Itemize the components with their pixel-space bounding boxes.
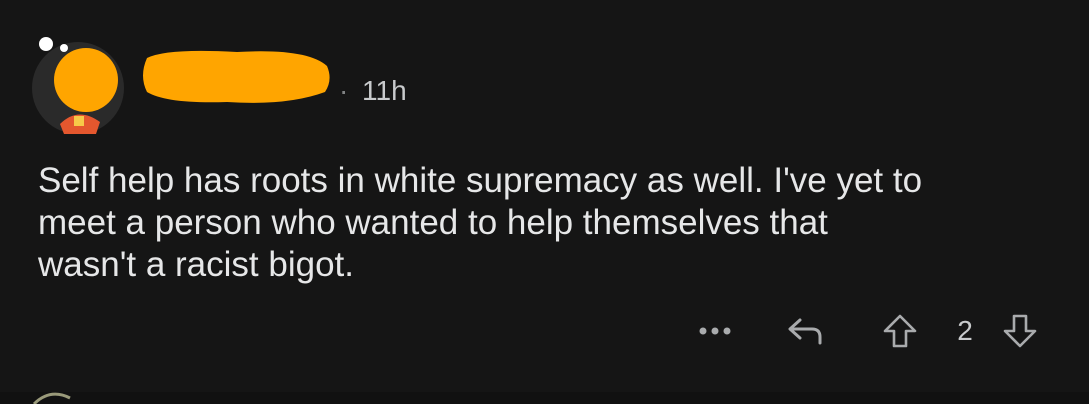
reply-button[interactable] (780, 306, 832, 356)
comment-card: · 11h Self help has roots in white supre… (0, 0, 1089, 404)
divider (0, 392, 1089, 404)
next-comment-avatar-icon (32, 392, 71, 404)
comment-timestamp: 11h (362, 75, 407, 106)
snoo-avatar-icon (32, 37, 124, 134)
upvote-arrow-icon (883, 314, 917, 348)
reply-icon (788, 318, 822, 345)
downvote-arrow-icon (1003, 314, 1037, 348)
downvote-button[interactable] (998, 306, 1042, 356)
comment-body: Self help has roots in white supremacy a… (38, 161, 923, 284)
more-options-button[interactable] (692, 306, 742, 356)
vote-score: 2 (957, 315, 973, 346)
more-options-icon (699, 327, 731, 335)
avatar[interactable] (30, 36, 130, 136)
upvote-button[interactable] (878, 306, 922, 356)
meta-separator: · (339, 75, 349, 106)
redacted-username (143, 50, 330, 103)
